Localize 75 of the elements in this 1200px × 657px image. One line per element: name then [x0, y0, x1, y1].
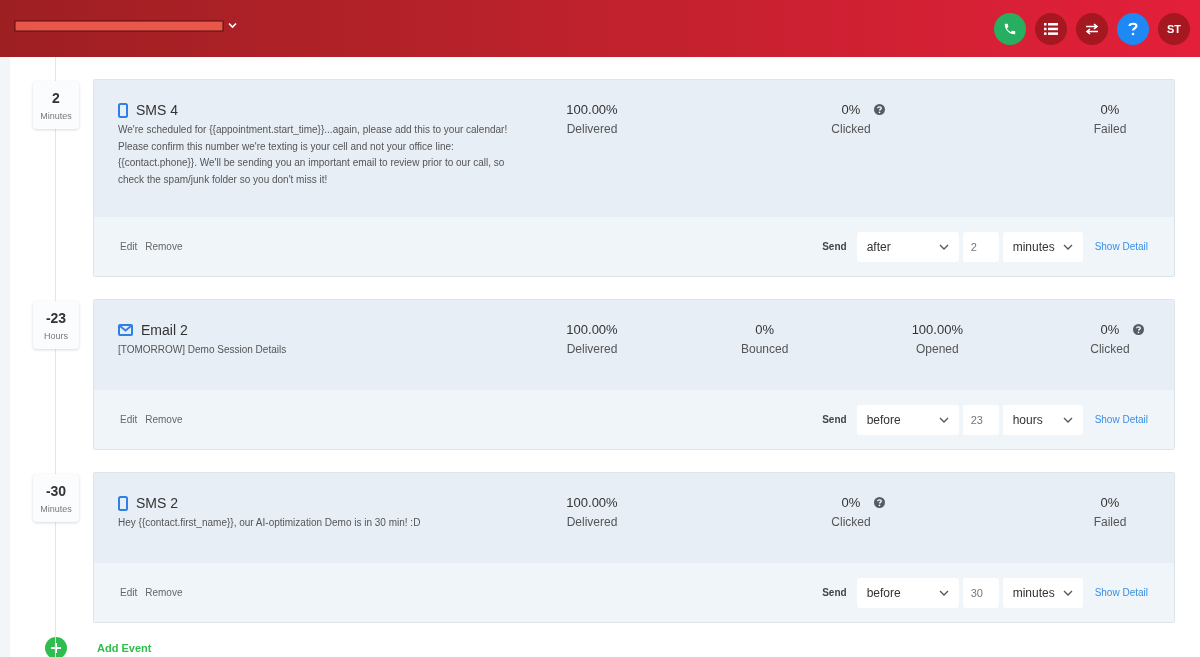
show-detail-link[interactable]: Show Detail	[1094, 241, 1148, 252]
swap-button[interactable]	[1076, 12, 1108, 45]
show-detail-link[interactable]: Show Detail	[1094, 414, 1148, 425]
event-name: SMS 2	[136, 495, 178, 511]
unit-select[interactable]: minutes	[1002, 577, 1083, 608]
delay-value: 2	[52, 89, 60, 106]
phone-icon	[118, 102, 128, 118]
help-icon[interactable]	[874, 104, 886, 115]
help-icon[interactable]	[874, 497, 886, 508]
stat-value: 100.00%	[566, 322, 618, 337]
send-label: Send	[822, 587, 847, 598]
edit-link[interactable]: Edit	[120, 241, 138, 252]
amount-field[interactable]: 2	[962, 231, 999, 262]
stat-label: Failed	[1093, 515, 1127, 529]
envelope-icon	[118, 324, 133, 336]
stat-value: 0%	[1100, 102, 1120, 117]
timing-select[interactable]: before	[856, 404, 959, 435]
message-text: [TOMORROW] Demo Session Details	[118, 343, 288, 357]
edit-link[interactable]: Edit	[120, 414, 138, 425]
stat-value: 0%	[841, 102, 861, 117]
chevron-down-icon	[938, 589, 949, 596]
show-detail-link[interactable]: Show Detail	[1094, 587, 1148, 598]
event-name: Email 2	[141, 322, 188, 338]
stat-label: Opened	[915, 342, 959, 356]
stat-value: 0%	[1100, 495, 1120, 510]
remove-link[interactable]: Remove	[145, 587, 183, 598]
stat-label: Bounced	[740, 342, 789, 356]
stat-label: Clicked	[831, 122, 871, 136]
phone-button[interactable]	[994, 12, 1026, 45]
delay-value: -23	[45, 309, 67, 326]
send-label: Send	[822, 241, 847, 252]
stat-label: Delivered	[566, 515, 618, 529]
chevron-down-icon	[938, 243, 949, 250]
phone-icon	[1003, 21, 1017, 36]
unit-select[interactable]: minutes	[1002, 231, 1083, 262]
chevron-down-icon	[1062, 416, 1073, 423]
chevron-down-icon	[938, 416, 949, 423]
timing-select[interactable]: after	[856, 231, 959, 262]
chevron-down-icon[interactable]	[228, 22, 237, 29]
stat-value: 0%	[755, 322, 775, 337]
stat-label: Failed	[1093, 122, 1127, 136]
delay-value: -30	[45, 482, 67, 499]
remove-link[interactable]: Remove	[145, 414, 183, 425]
event-name: SMS 4	[136, 102, 178, 118]
stat-value: 0%	[1100, 322, 1120, 337]
stat-label: Delivered	[566, 122, 618, 136]
chevron-down-icon	[1062, 589, 1073, 596]
stat-label: Clicked	[1090, 342, 1130, 356]
stat-value: 100.00%	[566, 495, 618, 510]
amount-field[interactable]: 23	[962, 404, 999, 435]
delay-unit: Minutes	[40, 503, 72, 514]
send-label: Send	[822, 414, 847, 425]
phone-icon	[118, 495, 128, 511]
stat-label: Clicked	[831, 515, 871, 529]
stat-value: 0%	[841, 495, 861, 510]
avatar-button[interactable]: ST	[1158, 12, 1190, 45]
message-text: We're scheduled for {{appointment.start_time}}...again, please add this to your calendar! Please confirm this number we're texting is your cell and not your office line: {{contact.phone}}. We'll be sending you an important email to review prior to our call, so check the spam/junk folder so you don't miss it!	[118, 123, 509, 187]
delay-unit: Hours	[44, 330, 68, 341]
stat-label: Delivered	[566, 342, 618, 356]
swap-arrows-icon	[1085, 22, 1099, 35]
chevron-down-icon	[1062, 243, 1073, 250]
edit-link[interactable]: Edit	[120, 587, 138, 598]
remove-link[interactable]: Remove	[145, 241, 183, 252]
list-button[interactable]	[1035, 12, 1067, 45]
message-text: Hey {{contact.first_name}}, our AI-optimization Demo is in 30 min! :D	[118, 516, 422, 530]
help-icon[interactable]	[1133, 324, 1145, 335]
unit-select[interactable]: hours	[1002, 404, 1083, 435]
amount-field[interactable]: 30	[962, 577, 999, 608]
delay-unit: Minutes	[40, 110, 72, 121]
stat-value: 100.00%	[566, 102, 618, 117]
timing-select[interactable]: before	[856, 577, 959, 608]
question-mark-icon	[1128, 21, 1138, 36]
list-icon	[1044, 22, 1058, 35]
stat-value: 100.00%	[911, 322, 963, 337]
help-button[interactable]	[1117, 12, 1149, 45]
